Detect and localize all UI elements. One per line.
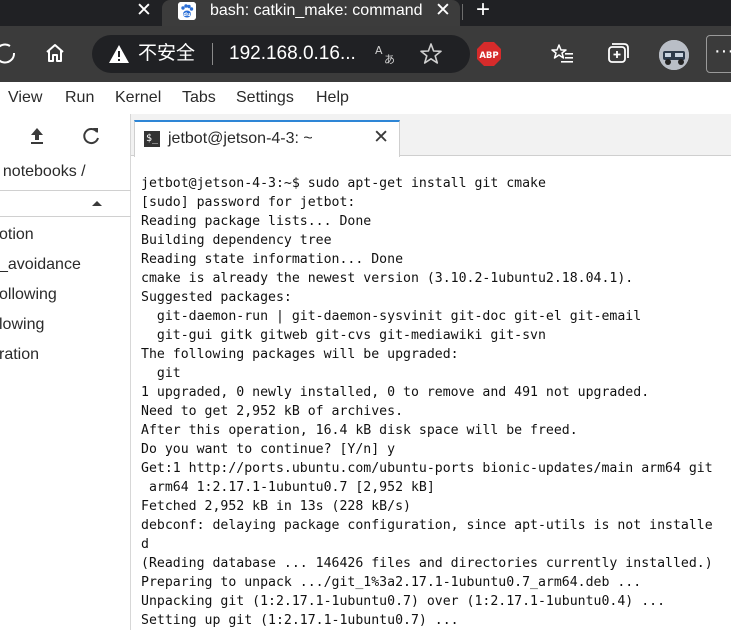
browser-tab-close-button[interactable]: ✕	[432, 0, 454, 24]
terminal-output[interactable]: jetbot@jetson-4-3:~$ sudo apt-get instal…	[131, 157, 731, 630]
terminal-line: After this operation, 16.4 kB disk space…	[141, 423, 578, 438]
home-icon	[46, 44, 64, 62]
menu-tabs[interactable]: Tabs	[182, 82, 216, 114]
svg-text:あ: あ	[384, 53, 395, 66]
terminal-line: d	[141, 537, 149, 552]
refresh-icon	[83, 128, 99, 145]
favorites-button[interactable]	[545, 36, 579, 70]
terminal-line: (Reading database ... 146426 files and d…	[141, 556, 713, 571]
settings-more-button[interactable]: ···	[706, 35, 731, 73]
jupyter-menu-bar: View Run Kernel Tabs Settings Help	[0, 82, 731, 114]
file-list-header[interactable]	[0, 190, 131, 217]
home-button[interactable]	[38, 36, 72, 70]
terminal-line: Do you want to continue? [Y/n] y	[141, 442, 396, 457]
terminal-line: [sudo] password for jetbot:	[141, 195, 356, 210]
list-item[interactable]: ration	[0, 343, 130, 367]
terminal-icon: $_	[144, 131, 160, 147]
main-tab-bar: $_ jetbot@jetson-4-3: ~ ✕	[131, 114, 731, 157]
terminal-line: git-gui gitk gitweb git-cvs git-mediawik…	[141, 328, 546, 343]
terminal-line: jetbot@jetson-4-3:~$ sudo apt-get instal…	[141, 176, 546, 191]
adblock-plus-icon[interactable]: ABP	[476, 41, 502, 67]
terminal-line: debconf: delaying package configuration,…	[141, 518, 713, 533]
menu-settings[interactable]: Settings	[236, 82, 294, 114]
browser-tab-strip: ✕ du bash: catkin_make: command no ✕ +	[0, 0, 731, 26]
terminal-line: Get:1 http://ports.ubuntu.com/ubuntu-por…	[141, 461, 713, 476]
browser-tab-title: bash: catkin_make: command no	[210, 2, 425, 19]
baidu-paw-icon: du	[178, 2, 196, 20]
menu-help[interactable]: Help	[316, 82, 349, 114]
warning-icon[interactable]	[108, 43, 130, 65]
list-item[interactable]: ollowing	[0, 283, 130, 307]
close-icon[interactable]: ✕	[373, 122, 389, 156]
terminal-line: arm64 1:2.17.1-1ubuntu0.7 [2,952 kB]	[141, 480, 435, 495]
file-browser-panel: / notebooks / otion _avoidance ollowing …	[0, 114, 131, 630]
refresh-files-button[interactable]	[79, 124, 103, 148]
browser-toolbar: 不安全 192.168.0.16... A あ ABP ··	[0, 26, 731, 82]
terminal-line: Reading state information... Done	[141, 252, 404, 267]
terminal-line: Unpacking git (1:2.17.1-1ubuntu0.7) over…	[141, 594, 666, 609]
terminal-tab-label: jetbot@jetson-4-3: ~	[168, 130, 313, 147]
security-status-label[interactable]: 不安全	[138, 35, 195, 73]
abp-label: ABP	[479, 51, 498, 61]
url-text[interactable]: 192.168.0.16...	[229, 35, 356, 73]
terminal-line: Suggested packages:	[141, 290, 292, 305]
address-bar[interactable]: 不安全 192.168.0.16... A あ	[92, 35, 470, 73]
collections-icon	[608, 43, 629, 63]
favorites-list-icon	[551, 44, 573, 63]
terminal-line: Fetched 2,952 kB in 13s (228 kB/s)	[141, 499, 411, 514]
address-divider	[212, 43, 213, 65]
terminal-lines: jetbot@jetson-4-3:~$ sudo apt-get instal…	[141, 174, 731, 630]
menu-kernel[interactable]: Kernel	[115, 82, 161, 114]
list-item[interactable]: otion	[0, 223, 130, 247]
svg-text:du: du	[183, 12, 191, 18]
star-icon[interactable]	[418, 41, 444, 67]
sort-up-icon[interactable]	[90, 198, 104, 208]
browser-tab-active[interactable]: du bash: catkin_make: command no ✕	[162, 0, 460, 26]
refresh-icon	[0, 43, 16, 64]
menu-run[interactable]: Run	[65, 82, 94, 114]
terminal-line: git-daemon-run | git-daemon-sysvinit git…	[141, 309, 642, 324]
terminal-line: cmake is already the newest version (3.1…	[141, 271, 634, 286]
terminal-line: git	[141, 366, 181, 381]
refresh-button[interactable]	[0, 36, 22, 70]
terminal-line: 1 upgraded, 0 newly installed, 0 to remo…	[141, 385, 650, 400]
avatar[interactable]	[659, 40, 689, 70]
terminal-line: Preparing to unpack .../git_1%3a2.17.1-1…	[141, 575, 642, 590]
list-item[interactable]: _avoidance	[0, 253, 130, 277]
new-tab-button[interactable]: +	[470, 0, 496, 24]
menu-view[interactable]: View	[8, 82, 42, 114]
svg-text:A: A	[375, 44, 383, 57]
upload-button[interactable]	[25, 124, 49, 148]
upload-icon	[31, 128, 43, 144]
tab-separator	[462, 4, 463, 20]
translate-icon[interactable]: A あ	[372, 41, 398, 67]
terminal-line: Building dependency tree	[141, 233, 332, 248]
breadcrumb[interactable]: / notebooks /	[0, 160, 86, 184]
terminal-line: The following packages will be upgraded:	[141, 347, 459, 362]
tab-terminal[interactable]: $_ jetbot@jetson-4-3: ~ ✕	[134, 120, 400, 157]
list-item[interactable]: lowing	[0, 313, 130, 337]
terminal-line: Reading package lists... Done	[141, 214, 372, 229]
terminal-line: Need to get 2,952 kB of archives.	[141, 404, 404, 419]
terminal-line: Setting up git (1:2.17.1-1ubuntu0.7) ...	[141, 613, 459, 628]
previous-tab-close-button[interactable]: ✕	[133, 0, 155, 24]
collections-button[interactable]	[600, 36, 634, 70]
